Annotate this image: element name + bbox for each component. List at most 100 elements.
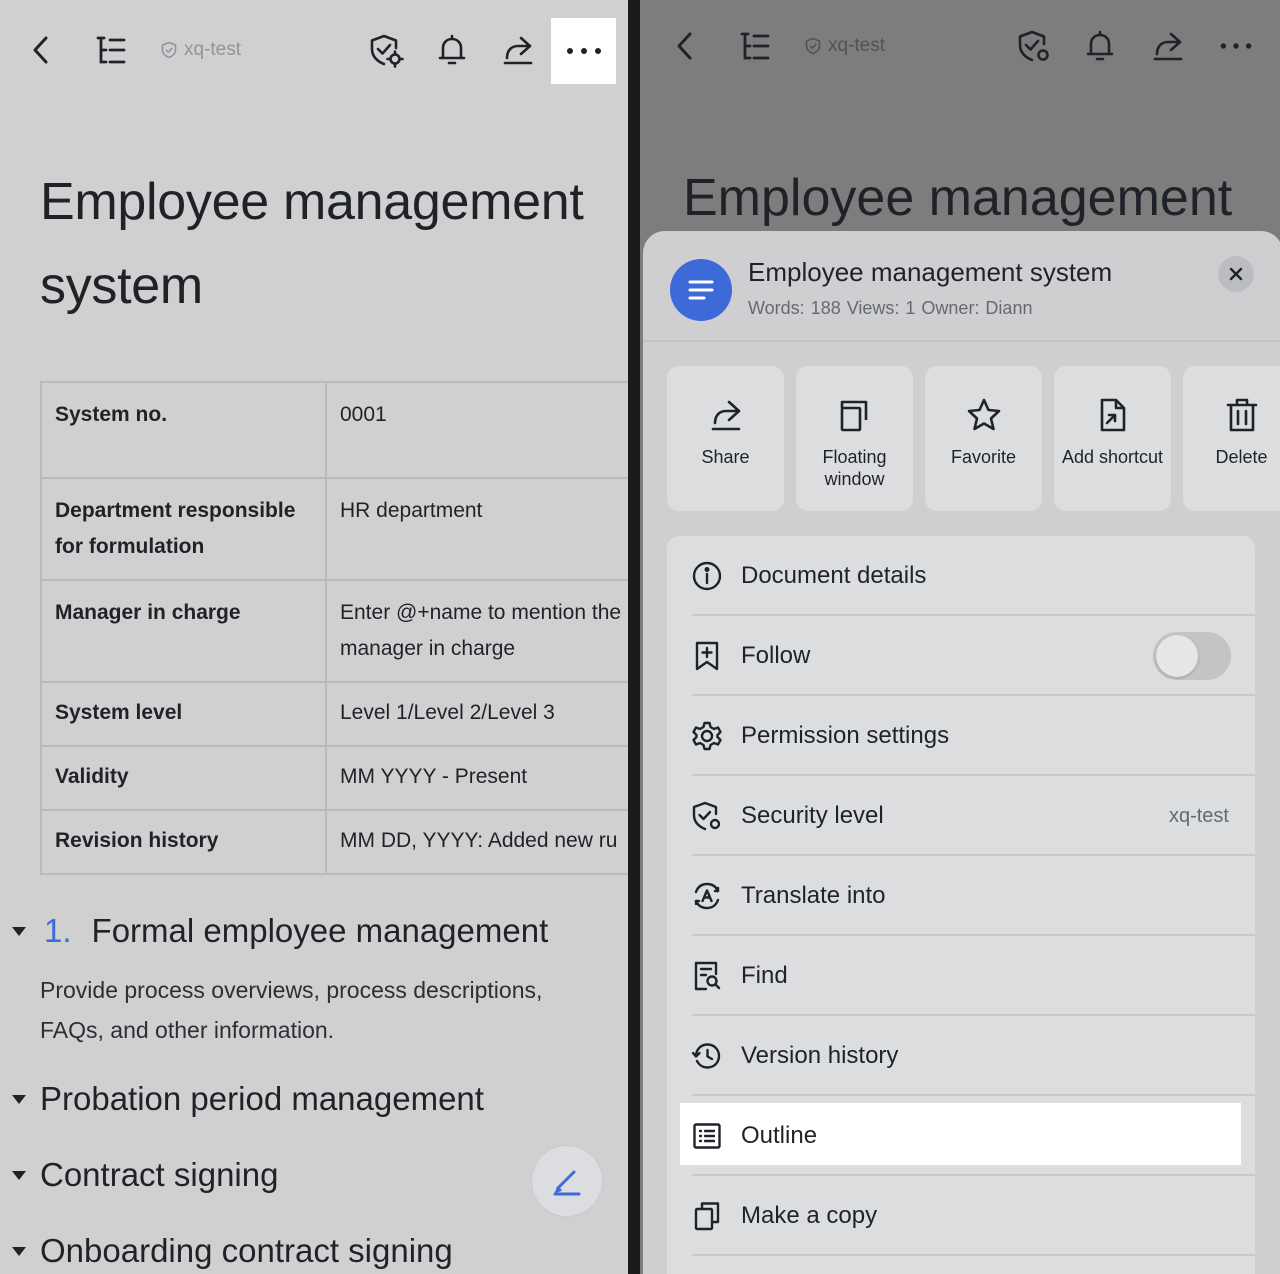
collapse-caret-icon[interactable] <box>12 1094 26 1104</box>
menu-item-label: Permission settings <box>741 722 950 749</box>
collapse-caret-icon[interactable] <box>12 1170 26 1180</box>
history-icon <box>691 1040 723 1072</box>
collapse-caret-icon[interactable] <box>12 1246 26 1256</box>
bell-icon <box>1078 24 1122 68</box>
menu-item-label: Translate into <box>741 882 886 909</box>
menu-item-label: Find <box>741 962 788 989</box>
security-settings-icon <box>1012 24 1056 68</box>
table-key-cell[interactable]: System no. <box>40 381 327 479</box>
copy-icon <box>691 1200 723 1232</box>
heading-contract-signing[interactable]: Contract signing <box>12 1156 278 1194</box>
share-icon[interactable] <box>496 28 540 72</box>
share-action-button[interactable]: Share <box>667 366 784 511</box>
back-icon[interactable] <box>20 28 64 72</box>
metadata-table: System no. 0001 Department responsible f… <box>40 381 628 875</box>
menu-item-label: Document details <box>741 562 927 589</box>
table-key-cell[interactable]: Validity <box>40 745 327 811</box>
document-title-dimmed: Employee management <box>683 169 1233 227</box>
action-label: Delete <box>1215 447 1268 467</box>
star-icon <box>967 398 1000 431</box>
share-icon <box>1146 24 1190 68</box>
shield-gear-icon <box>691 800 723 832</box>
floating-window-icon <box>840 400 867 432</box>
menu-separator <box>692 1254 1255 1256</box>
table-key-cell[interactable]: Revision history <box>40 809 327 875</box>
trash-icon <box>1226 398 1257 432</box>
document-icon <box>670 259 732 321</box>
pencil-icon <box>553 1170 581 1196</box>
menu-item-permission-settings[interactable]: Permission settings <box>667 696 1255 776</box>
shortcut-icon <box>1100 398 1125 432</box>
more-menu-sheet: Employee management system Words: 188 Vi… <box>643 231 1280 1274</box>
action-label: Share <box>701 447 750 467</box>
share-icon <box>711 400 740 431</box>
more-icon <box>1214 24 1258 68</box>
heading-formal-employee-management[interactable]: 1. Formal employee management <box>12 912 548 950</box>
heading-onboarding-contract[interactable]: Onboarding contract signing <box>12 1232 453 1270</box>
table-row: Department responsible for formulation H… <box>40 477 628 581</box>
bell-icon[interactable] <box>430 28 474 72</box>
edit-fab-button[interactable] <box>531 1145 603 1217</box>
table-row: Validity MM YYYY - Present <box>40 745 628 811</box>
close-button[interactable] <box>1218 256 1254 292</box>
menu-item-security-level[interactable]: Security level xq-test <box>667 776 1255 856</box>
table-value-cell[interactable]: Level 1/Level 2/Level 3 <box>325 681 628 747</box>
shield-icon <box>161 41 177 59</box>
table-key-cell[interactable]: Manager in charge <box>40 579 327 683</box>
sheet-doc-stats: Words: 188 Views: 1 Owner: Diann <box>748 298 1033 318</box>
delete-action-button[interactable]: Delete <box>1183 366 1280 511</box>
collapse-caret-icon[interactable] <box>12 926 26 936</box>
menu-item-label: Follow <box>741 642 811 669</box>
sheet-title: Employee management system <box>748 257 1113 287</box>
shield-icon <box>805 37 821 55</box>
action-label: Floating window <box>822 447 887 489</box>
more-menu-button[interactable] <box>551 18 616 84</box>
info-icon <box>691 560 723 592</box>
outline-list-icon[interactable] <box>88 28 132 72</box>
security-tag-label: xq-test <box>828 35 886 56</box>
heading-label: Probation period management <box>40 1080 484 1117</box>
floating-window-action-button[interactable]: Floating window <box>796 366 913 511</box>
heading-probation-period[interactable]: Probation period management <box>12 1080 484 1118</box>
favorite-action-button[interactable]: Favorite <box>925 366 1042 511</box>
menu-item-find[interactable]: Find <box>667 936 1255 1016</box>
document-view: xq-test Employee management system Syste… <box>0 0 628 1274</box>
follow-toggle[interactable] <box>1153 632 1231 680</box>
menu-item-document-details[interactable]: Document details <box>667 536 1255 616</box>
security-level-value: xq-test <box>1168 804 1229 827</box>
action-label: Add shortcut <box>1061 447 1164 467</box>
document-view-dimmed: xq-test Employee management Employee man… <box>640 0 1280 1274</box>
menu-item-translate-into[interactable]: Translate into <box>667 856 1255 936</box>
table-row: System no. 0001 <box>40 381 628 479</box>
menu-item-version-history[interactable]: Version history <box>667 1016 1255 1096</box>
section-paragraph[interactable]: Provide process overviews, process descr… <box>40 970 610 1050</box>
more-icon <box>566 48 601 54</box>
table-row: System level Level 1/Level 2/Level 3 <box>40 681 628 747</box>
translate-icon <box>691 880 723 912</box>
menu-item-make-a-copy[interactable]: Make a copy <box>667 1176 1255 1256</box>
table-value-cell[interactable]: Enter @+name to mention the manager in c… <box>325 579 628 683</box>
document-title[interactable]: Employee management system <box>40 160 600 328</box>
manager-mention-text: Enter @+name to mention the manager in c… <box>340 601 622 660</box>
menu-item-label: Version history <box>741 1042 899 1069</box>
menu-item-follow[interactable]: Follow <box>667 616 1255 696</box>
table-value-cell[interactable]: 0001 <box>325 381 628 479</box>
table-row: Manager in charge Enter @+name to mentio… <box>40 579 628 683</box>
split-divider <box>628 0 640 1274</box>
security-tag[interactable]: xq-test <box>160 39 241 61</box>
add-shortcut-action-button[interactable]: Add shortcut <box>1054 366 1171 511</box>
table-key-cell[interactable]: Department responsible for formulation <box>40 477 327 581</box>
table-row: Revision history MM DD, YYYY: Added new … <box>40 809 628 875</box>
menu-item-label: Make a copy <box>741 1202 878 1229</box>
table-key-cell[interactable]: System level <box>40 681 327 747</box>
table-value-cell[interactable]: MM DD, YYYY: Added new ru <box>325 809 628 875</box>
table-value-cell[interactable]: MM YYYY - Present <box>325 745 628 811</box>
heading-label: Contract signing <box>40 1156 279 1193</box>
security-settings-icon[interactable] <box>364 28 408 72</box>
table-value-cell[interactable]: HR department <box>325 477 628 581</box>
security-tag: xq-test <box>804 35 885 57</box>
toggle-knob <box>1156 635 1198 677</box>
menu-item-outline[interactable]: Outline <box>667 1096 1255 1176</box>
close-icon <box>1229 267 1243 281</box>
quick-actions-row: Share Floating window Favorite Add short… <box>667 366 1280 511</box>
